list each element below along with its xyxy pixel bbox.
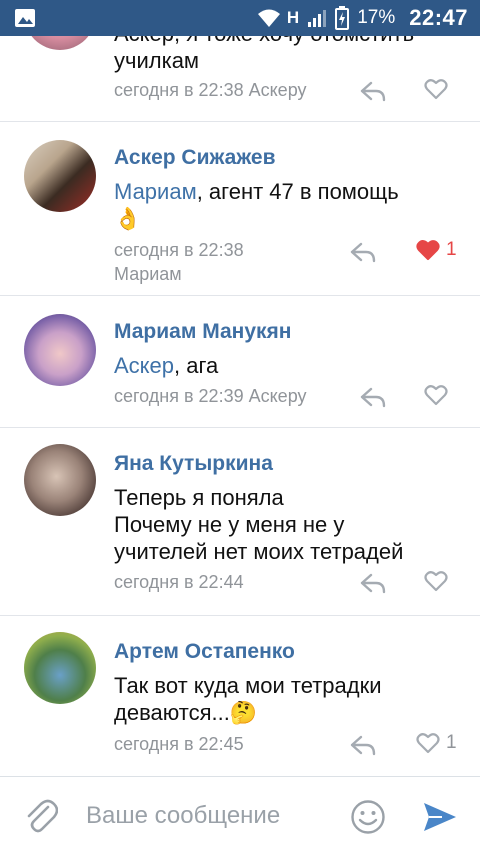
smiley-icon[interactable] bbox=[350, 799, 386, 835]
comment-author[interactable]: Артем Остапенко bbox=[114, 640, 295, 664]
comment-meta: сегодня в 22:39 Аскеру bbox=[114, 386, 307, 406]
comment-text: Теперь я поняла Почему не у меня не у уч… bbox=[114, 484, 456, 565]
reply-to-name[interactable]: Мариам bbox=[114, 264, 182, 284]
clock: 22:47 bbox=[409, 5, 468, 30]
like-count: 1 bbox=[446, 239, 457, 260]
emoji: 👌 bbox=[114, 206, 142, 231]
avatar[interactable] bbox=[24, 632, 96, 704]
comment-text-line: Почему не у меня не у bbox=[114, 512, 345, 537]
message-composer bbox=[0, 776, 480, 854]
status-bar: H 17% 22:47 bbox=[0, 0, 480, 36]
message-input[interactable] bbox=[86, 799, 326, 833]
avatar[interactable] bbox=[24, 140, 96, 212]
comment-text-line: Так вот куда мои тетрадки bbox=[114, 673, 382, 698]
avatar[interactable] bbox=[24, 314, 96, 386]
like-button[interactable] bbox=[424, 384, 448, 406]
like-count: 1 bbox=[446, 732, 457, 753]
comment-meta: сегодня в 22:45 bbox=[114, 734, 244, 754]
like-button[interactable] bbox=[424, 570, 448, 592]
reply-arrow-icon[interactable] bbox=[360, 572, 386, 594]
reply-arrow-icon[interactable] bbox=[360, 386, 386, 408]
comment-item[interactable]: Артем Остапенко Так вот куда мои тетрадк… bbox=[0, 616, 480, 776]
reply-arrow-icon[interactable] bbox=[350, 241, 376, 263]
battery-percent: 17% bbox=[357, 7, 396, 28]
mention-link[interactable]: Мариам bbox=[114, 179, 197, 204]
gallery-notification-icon bbox=[15, 9, 35, 27]
comment-date: сегодня в 22:38 bbox=[114, 240, 244, 260]
send-arrow-icon[interactable] bbox=[422, 801, 458, 833]
heart-icon bbox=[424, 385, 448, 406]
signal-icon bbox=[308, 10, 327, 27]
battery-charging-icon bbox=[335, 6, 350, 30]
like-button[interactable]: 1 bbox=[416, 239, 457, 261]
heart-icon bbox=[416, 240, 440, 261]
comment-item[interactable]: Яна Кутыркина Теперь я поняла Почему не … bbox=[0, 428, 480, 616]
comment-text-line: деваются... bbox=[114, 700, 230, 725]
comment-text-body: , ага bbox=[174, 353, 219, 378]
comment-text: Так вот куда мои тетрадки деваются...🤔 bbox=[114, 672, 456, 726]
comment-text-line: Теперь я поняла bbox=[114, 485, 284, 510]
emoji: 🤔 bbox=[229, 700, 258, 725]
heart-icon bbox=[424, 79, 448, 100]
comment-text-line: училкам bbox=[114, 48, 200, 73]
comment-meta: сегодня в 22:44 bbox=[114, 572, 244, 592]
comment-text-line: учителей нет моих тетрадей bbox=[114, 539, 404, 564]
like-button[interactable] bbox=[424, 78, 448, 100]
wifi-icon bbox=[257, 9, 280, 27]
mention-link[interactable]: Аскер bbox=[114, 353, 174, 378]
comment-item[interactable]: Аскер Сижажев Мариам, агент 47 в помощь … bbox=[0, 122, 480, 296]
paperclip-icon[interactable] bbox=[24, 797, 58, 835]
comment-author[interactable]: Яна Кутыркина bbox=[114, 452, 273, 476]
comment-item[interactable]: Мариам Манукян Аскер, ага сегодня в 22:3… bbox=[0, 296, 480, 428]
comment-author[interactable]: Мариам Манукян bbox=[114, 320, 291, 344]
reply-arrow-icon[interactable] bbox=[360, 80, 386, 102]
comment-text: Мариам, агент 47 в помощь 👌 bbox=[114, 178, 456, 232]
heart-icon bbox=[424, 571, 448, 592]
comments-feed[interactable]: Аскер, я тоже хочу отомстить училкам сег… bbox=[0, 0, 480, 776]
comment-text: Аскер, ага bbox=[114, 352, 456, 379]
like-button[interactable]: 1 bbox=[416, 732, 457, 754]
heart-icon bbox=[416, 733, 440, 754]
comment-meta: сегодня в 22:38 Мариам bbox=[114, 238, 244, 286]
avatar[interactable] bbox=[24, 444, 96, 516]
comment-text-body: , агент 47 в помощь bbox=[196, 179, 399, 204]
comment-meta: сегодня в 22:38 Аскеру bbox=[114, 80, 307, 100]
reply-arrow-icon[interactable] bbox=[350, 734, 376, 756]
network-type-label: H bbox=[286, 8, 300, 27]
comment-author[interactable]: Аскер Сижажев bbox=[114, 146, 276, 170]
